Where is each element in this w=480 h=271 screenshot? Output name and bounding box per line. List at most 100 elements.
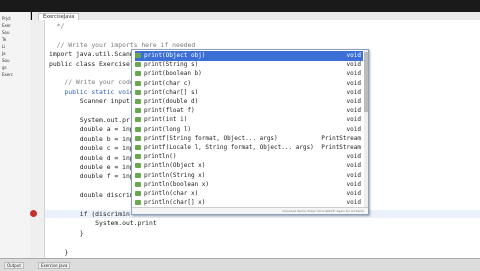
completion-signature: print(char c) [144,79,191,87]
method-icon [135,71,141,77]
completion-return-type: void [346,79,361,87]
method-icon [135,181,141,187]
completion-item[interactable]: print(Object obj) void [135,51,363,61]
completion-signature: print(long l) [144,125,191,133]
method-icon [135,200,141,206]
completion-return-type: void [346,98,361,105]
completion-item[interactable]: print(boolean b) void [135,69,363,79]
completion-signature: print(Object obj) [144,52,206,59]
method-icon [135,108,141,114]
project-tree-item[interactable]: Sou [2,58,10,63]
project-tree-item[interactable]: gs [2,65,7,70]
project-tree-item[interactable]: Sou [2,30,10,35]
method-icon [135,154,141,160]
completion-signature: print(boolean b) [144,70,202,78]
completion-signature: printf(Locale l, String format, Object..… [144,144,314,151]
code-line: double f = inp [49,172,134,181]
completion-item[interactable]: print(float f) void [135,106,363,116]
method-icon [135,62,141,68]
completion-item[interactable]: println(char x) void [135,189,363,199]
completion-return-type: void [346,153,361,161]
completion-signature: print(int i) [144,116,188,124]
code-completion-popup[interactable]: Imported Items; Press 'Ctrl+SPACE' Again… [131,49,369,215]
completion-return-type: void [346,107,361,115]
completion-item[interactable]: print(char c) void [135,79,363,89]
code-line: */ [49,22,65,30]
method-icon [135,80,141,86]
completion-item[interactable]: println(boolean x) void [135,180,363,190]
method-icon [135,163,141,169]
method-icon [135,117,141,123]
code-line: System.out.print [49,219,157,228]
scrollbar-thumb[interactable] [364,52,368,112]
code-line: double a = inp [49,125,134,134]
completion-signature: print(double d) [144,98,199,105]
bottom-status-bar: Output Exercise Java [0,258,480,271]
completion-item[interactable]: printf(String format, Object... args) Pri… [135,134,363,144]
completion-item[interactable]: print(char[] s) void [135,88,363,98]
completion-signature: println() [144,153,177,161]
completion-signature: print(char[] s) [144,88,199,96]
completion-scrollbar[interactable] [364,50,368,207]
code-line: // Write your code [49,78,134,87]
completion-signature: print(String s) [144,61,199,69]
completion-signature: println(char[] x) [144,199,206,207]
completion-item[interactable]: print(String s) void [135,60,363,70]
completion-return-type: void [346,125,361,133]
method-icon [135,53,141,58]
method-icon [135,172,141,178]
completion-return-type: PrintStream [321,144,361,151]
code-line: public static void [49,87,134,96]
completion-return-type: void [346,162,361,170]
method-icon [135,126,141,132]
completion-return-type: void [346,180,361,188]
completion-signature: println(char x) [144,190,199,197]
method-icon [135,191,141,196]
project-tree-item[interactable]: Exerc [2,72,13,77]
code-line: double discrim [49,191,134,200]
completion-item[interactable]: println(String x) void [135,171,363,181]
completion-return-type: void [346,171,361,179]
method-icon [135,135,141,141]
code-line: public class Exercise [49,59,130,68]
completion-return-type: void [346,116,361,124]
completion-item[interactable]: print(int i) void [135,115,363,125]
line-number-gutter [30,20,45,258]
completion-item[interactable]: println(char[] x) void [135,198,363,208]
completion-return-type: void [346,61,361,69]
exercise-tab[interactable]: Exercise Java [38,262,71,269]
completion-return-type: void [346,70,361,78]
project-tree-item[interactable]: Li [2,44,5,49]
code-line: double b = inp [49,134,134,143]
completion-signature: println(boolean x) [144,180,210,188]
completion-return-type: PrintStream [321,134,361,142]
project-panel: Prjct Exer Sou Te Li Ja Sou gs Exerc [0,12,31,258]
project-tree-item[interactable]: Exer [2,23,11,28]
output-tab[interactable]: Output [4,262,24,269]
window-titlebar [0,0,480,12]
code-line: } [49,228,84,237]
code-line: double c = inp [49,144,134,153]
completion-item[interactable]: print(double d) void [135,97,363,107]
project-tree-item[interactable]: Ja [2,51,6,56]
project-tree-item[interactable]: Te [2,37,6,42]
completion-signature: printf(String format, Object... args) [144,134,278,142]
code-line: double d = inp [49,153,134,162]
completion-signature: println(String x) [144,171,206,179]
code-line: Scanner input [49,97,130,106]
completion-footer: Imported Items; Press 'Ctrl+SPACE' Again… [132,207,368,214]
completion-item[interactable]: println() void [135,152,363,162]
completion-return-type: void [346,88,361,96]
completion-item[interactable]: println(Object x) void [135,161,363,171]
error-marker-icon[interactable] [30,210,37,217]
project-tree-item[interactable]: Prjct [2,16,11,21]
completion-item[interactable]: print(long l) void [135,125,363,135]
completion-return-type: void [346,52,361,59]
completion-return-type: void [346,199,361,207]
completion-item[interactable]: printf(Locale l, String format, Object..… [135,143,363,153]
completion-return-type: void [346,190,361,197]
method-icon [135,89,141,95]
completion-signature: println(Object x) [144,162,206,170]
code-line: if (discrimin [49,210,130,218]
code-line: double e = inp [49,163,134,171]
